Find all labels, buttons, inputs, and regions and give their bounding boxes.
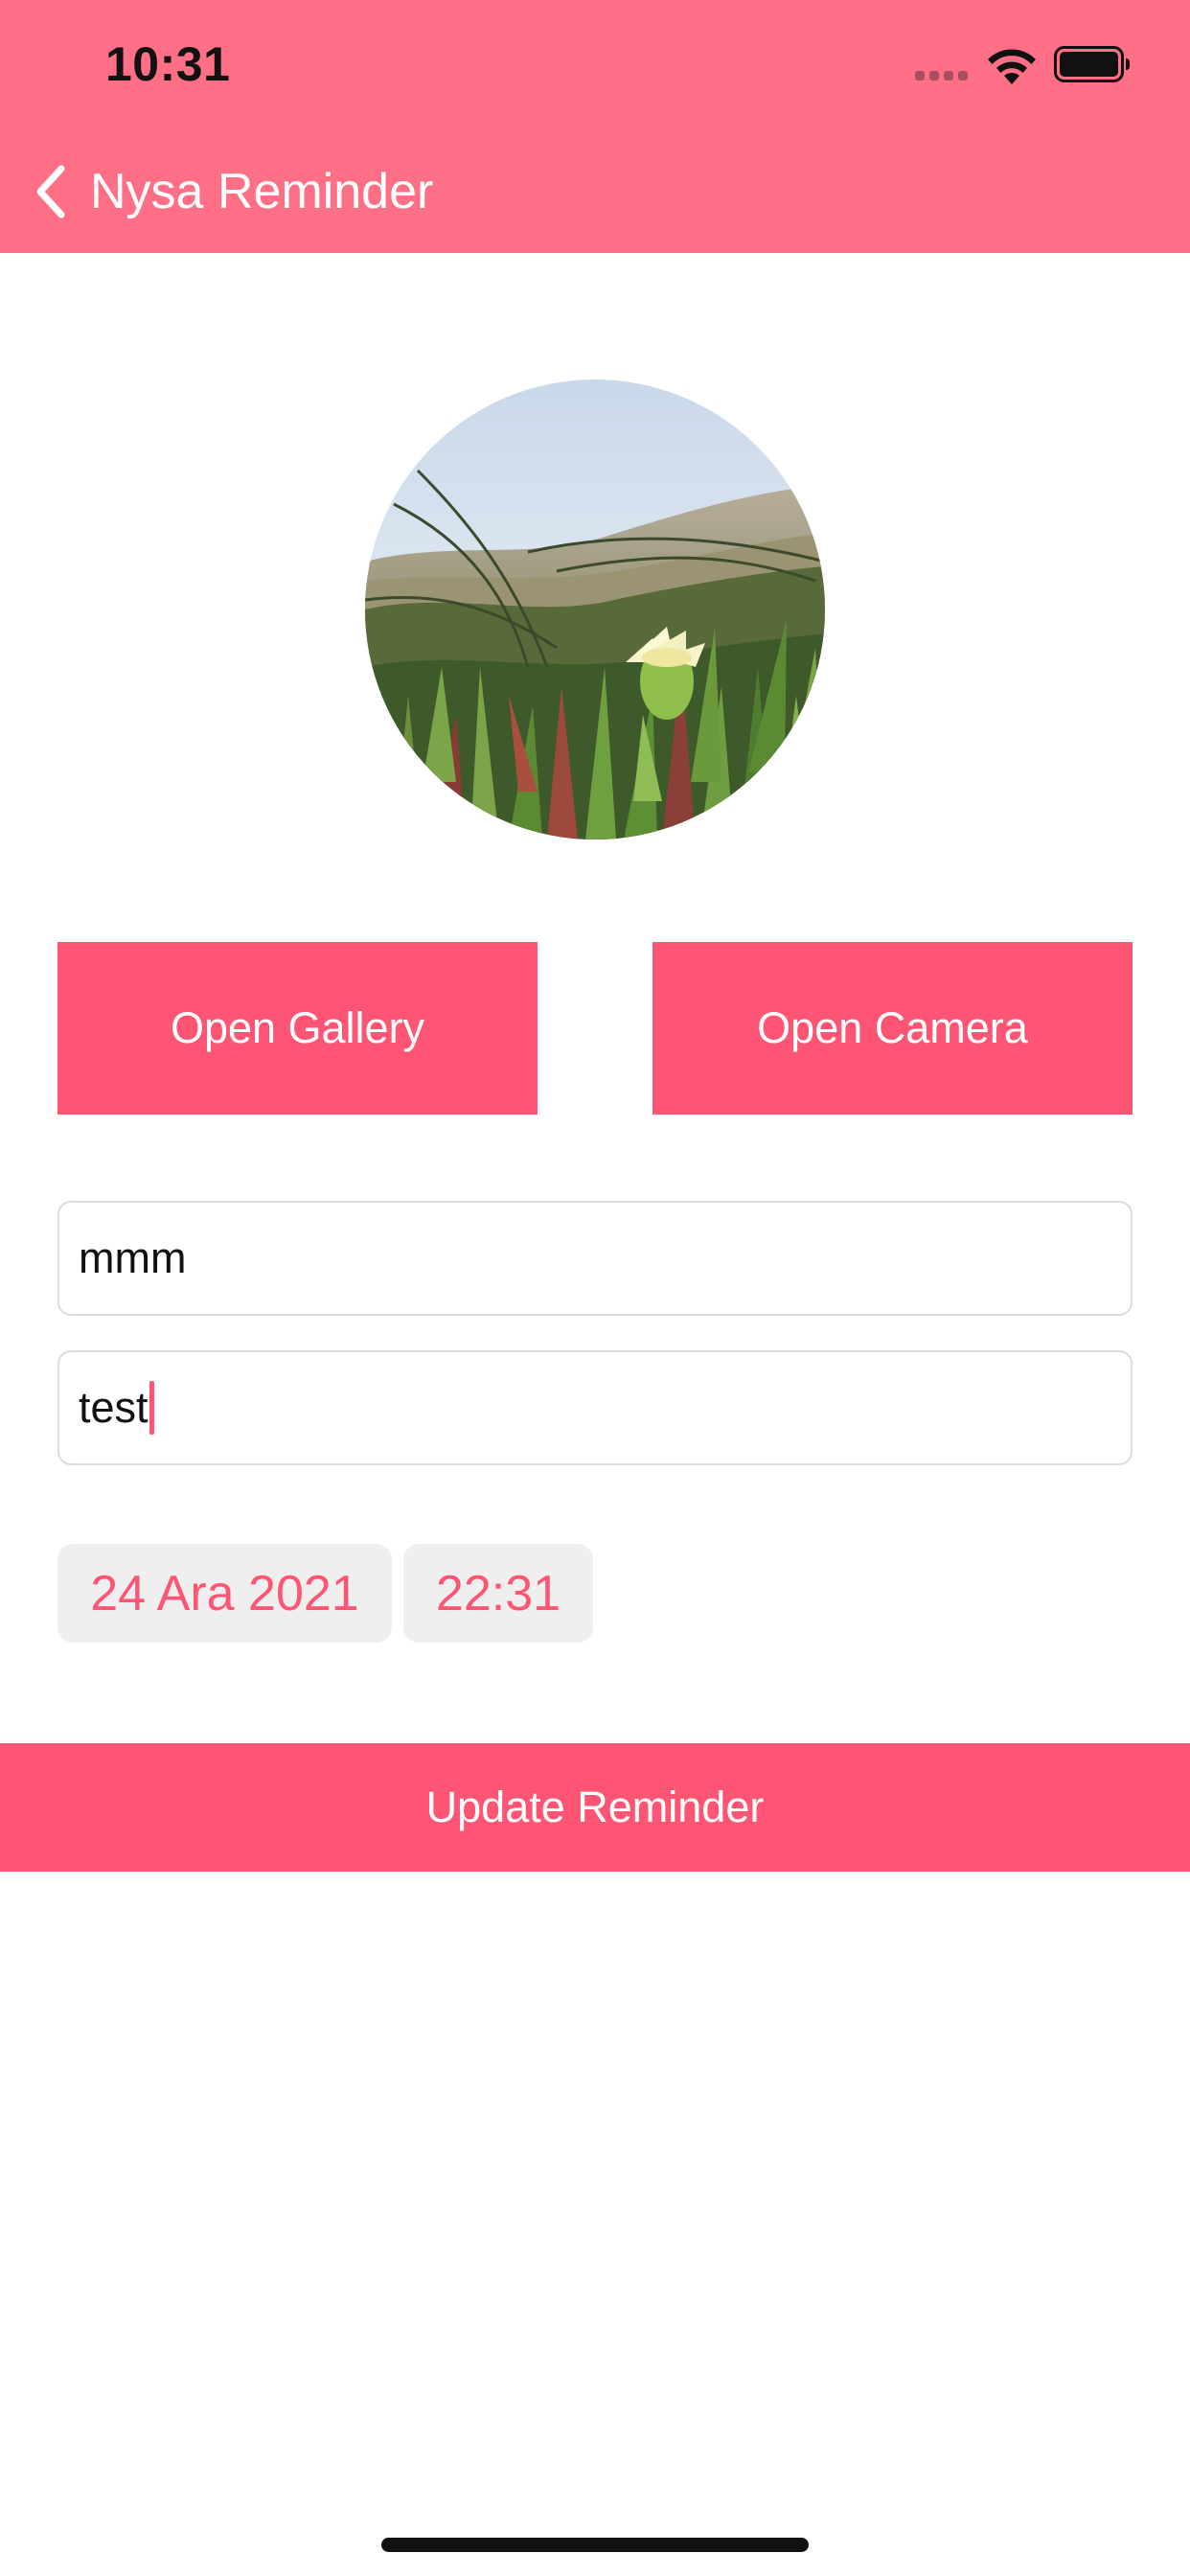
- back-button[interactable]: Nysa Reminder: [29, 153, 433, 230]
- nav-title: Nysa Reminder: [90, 164, 434, 219]
- battery-icon: [1054, 46, 1130, 82]
- title-input-value: mmm: [79, 1233, 187, 1282]
- wifi-icon: [988, 49, 1036, 84]
- text-cursor: [149, 1381, 154, 1435]
- time-picker[interactable]: 22:31: [403, 1544, 593, 1643]
- note-input-value: test: [79, 1383, 149, 1432]
- title-input[interactable]: mmm: [57, 1201, 1133, 1316]
- navigation-header: 10:31 Nysa Reminder: [0, 0, 1190, 253]
- open-gallery-button[interactable]: Open Gallery: [57, 942, 538, 1115]
- chevron-left-icon: [36, 165, 65, 218]
- home-indicator[interactable]: [381, 2538, 809, 2552]
- cellular-signal-icon: [915, 71, 971, 80]
- date-picker[interactable]: 24 Ara 2021: [57, 1544, 392, 1643]
- open-camera-button[interactable]: Open Camera: [652, 942, 1133, 1115]
- status-time: 10:31: [105, 37, 231, 91]
- reminder-edit-screen: 10:31 Nysa Reminder Open Gallery Open Ca…: [0, 0, 1190, 2576]
- update-reminder-button[interactable]: Update Reminder: [0, 1743, 1190, 1872]
- note-input[interactable]: test: [57, 1350, 1133, 1465]
- reminder-photo: [365, 380, 825, 840]
